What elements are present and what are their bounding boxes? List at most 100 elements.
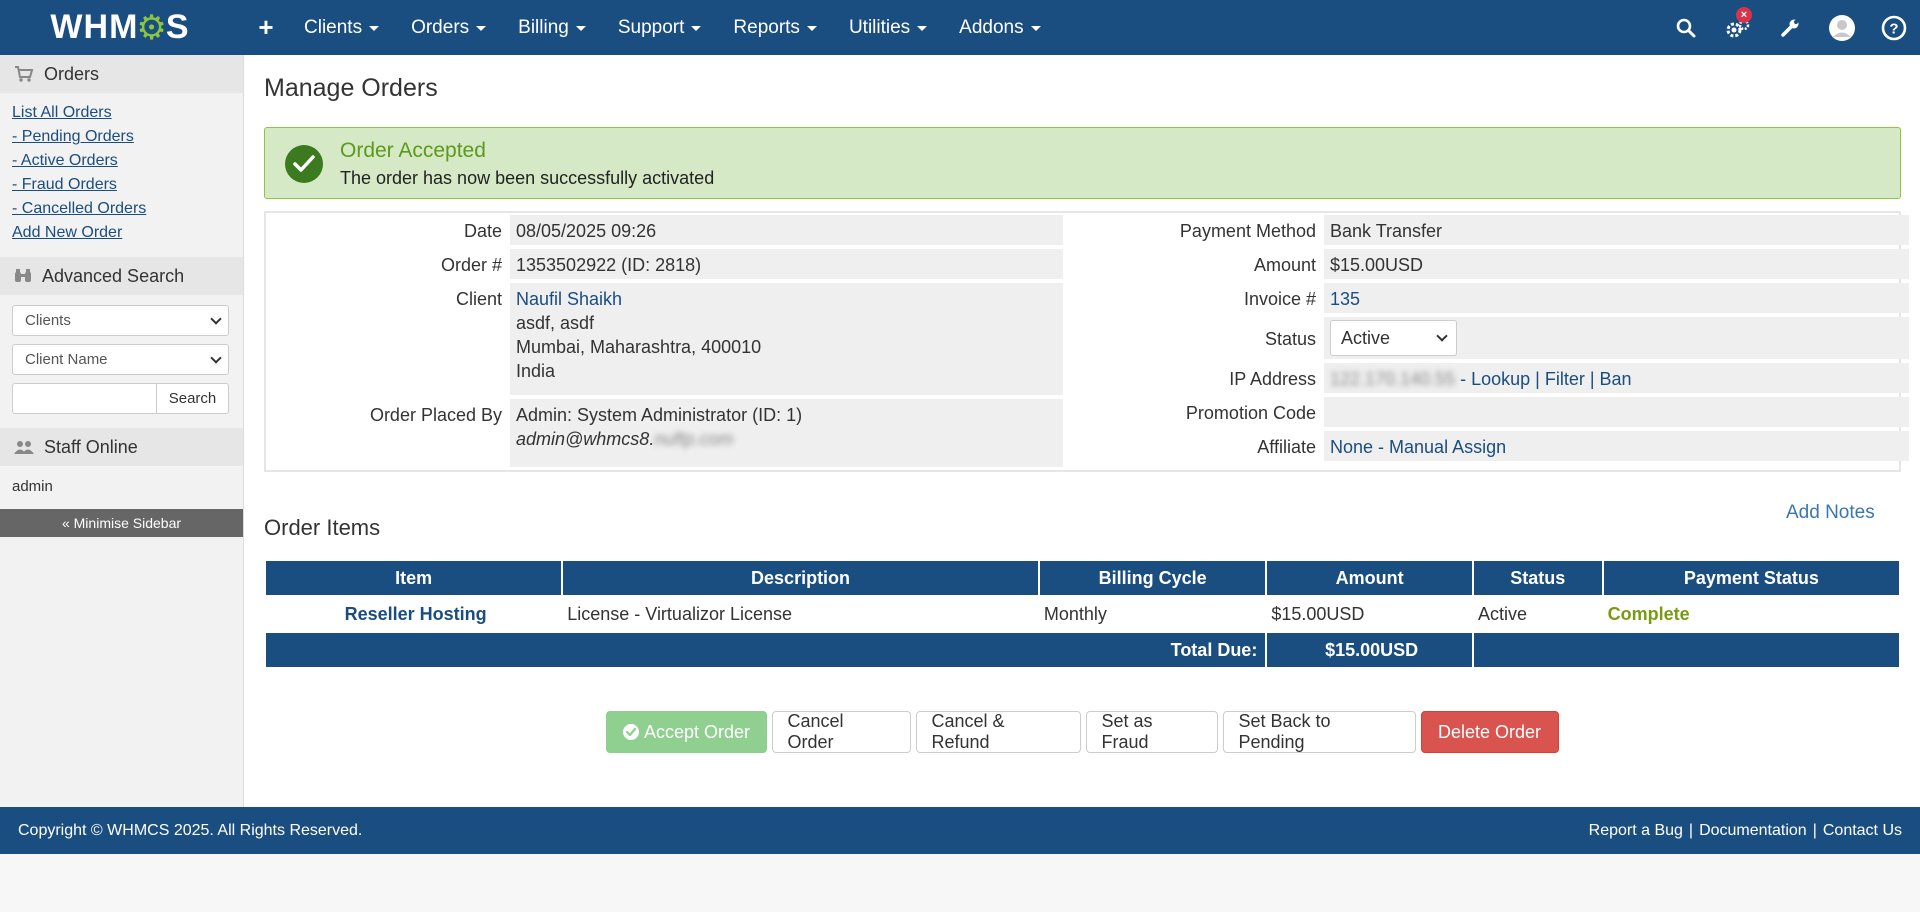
sidebar-advanced-search-label: Advanced Search <box>42 265 185 286</box>
sidebar-search-button[interactable]: Search <box>157 383 229 414</box>
footer-separator: | <box>1812 821 1817 839</box>
nav-orders-label: Orders <box>411 16 470 38</box>
search-type-select[interactable]: Clients <box>12 305 229 336</box>
footer: Copyright © WHMCS 2025. All Rights Reser… <box>0 807 1920 854</box>
date-value: 08/05/2025 09:26 <box>510 215 1063 245</box>
staff-online-name: admin <box>12 478 53 495</box>
help-icon[interactable]: ? <box>1868 0 1920 55</box>
column-header-item: Item <box>266 561 562 595</box>
user-avatar-icon[interactable] <box>1816 0 1868 55</box>
add-notes-link[interactable]: Add Notes <box>1786 502 1875 524</box>
set-as-fraud-button[interactable]: Set as Fraud <box>1085 711 1218 753</box>
ip-address-redacted: 122.170.140.55 <box>1330 369 1456 389</box>
placed-by-email: admin@whmcs8. <box>516 429 655 449</box>
search-icon[interactable] <box>1660 0 1712 55</box>
client-label: Client <box>455 289 502 309</box>
chevron-down-icon <box>210 351 222 364</box>
documentation-link[interactable]: Documentation <box>1699 822 1807 839</box>
order-actions: Accept Order Cancel Order Cancel & Refun… <box>244 711 1920 753</box>
copyright-text: Copyright © WHMCS 2025. All Rights Reser… <box>18 821 363 839</box>
order-items-table: Item Description Billing Cycle Amount St… <box>264 559 1901 669</box>
item-amount: $15.00USD <box>1271 603 1365 624</box>
svg-text:?: ? <box>1889 20 1898 37</box>
caret-down-icon <box>806 26 817 31</box>
sidebar-link-fraud-orders[interactable]: - Fraud Orders <box>12 173 231 197</box>
sidebar-link-pending-orders[interactable]: - Pending Orders <box>12 125 231 149</box>
amount-value: $15.00USD <box>1324 249 1909 279</box>
affiliate-value[interactable]: None - Manual Assign <box>1324 431 1909 461</box>
total-row-filler <box>1473 633 1899 667</box>
cart-icon <box>15 66 34 82</box>
status-select-value: Active <box>1341 328 1391 348</box>
whmcs-logo[interactable]: WHM ⚙ S <box>0 0 240 55</box>
client-name-link[interactable]: Naufil Shaikh <box>516 289 622 309</box>
sidebar: Orders List All Orders - Pending Orders … <box>0 55 244 807</box>
ip-actions-links[interactable]: - Lookup | Filter | Ban <box>1455 369 1631 389</box>
wrench-icon[interactable] <box>1764 0 1816 55</box>
item-billing-cycle: Monthly <box>1043 603 1107 624</box>
caret-down-icon <box>917 26 928 31</box>
sidebar-link-cancelled-orders[interactable]: - Cancelled Orders <box>12 197 231 221</box>
success-alert: Order Accepted The order has now been su… <box>264 127 1901 199</box>
report-bug-link[interactable]: Report a Bug <box>1589 822 1683 839</box>
caret-down-icon <box>1030 26 1041 31</box>
nav-support[interactable]: Support <box>602 0 718 55</box>
item-status: Active <box>1477 603 1527 624</box>
search-field-select[interactable]: Client Name <box>12 344 229 375</box>
minimise-sidebar-button[interactable]: « Minimise Sidebar <box>0 509 243 537</box>
ip-address-value: 122.170.140.55 - Lookup | Filter | Ban <box>1324 363 1909 393</box>
promotion-code-label: Promotion Code <box>1185 403 1316 423</box>
placed-by-value: Admin: System Administrator (ID: 1) admi… <box>510 399 1063 467</box>
nav-utilities[interactable]: Utilities <box>833 0 943 55</box>
placed-by-admin: Admin: System Administrator (ID: 1) <box>516 405 803 425</box>
caret-down-icon <box>575 26 586 31</box>
top-navbar: WHM ⚙ S + Clients Orders Billing Support R… <box>0 0 1920 55</box>
order-number-value: 1353502922 (ID: 2818) <box>510 249 1063 279</box>
automation-gear-icon[interactable]: × <box>1712 0 1764 55</box>
status-cell: Active <box>1324 317 1909 359</box>
contact-us-link[interactable]: Contact Us <box>1823 822 1902 839</box>
nav-reports[interactable]: Reports <box>717 0 833 55</box>
cancel-order-button[interactable]: Cancel Order <box>771 711 911 753</box>
order-items-title: Order Items <box>264 515 381 540</box>
nav-addons[interactable]: Addons <box>943 0 1056 55</box>
invoice-link[interactable]: 135 <box>1324 283 1909 313</box>
column-header-amount: Amount <box>1267 561 1472 595</box>
nav-orders[interactable]: Orders <box>395 0 502 55</box>
search-field-select-value: Client Name <box>25 351 108 368</box>
cancel-refund-button[interactable]: Cancel & Refund <box>915 711 1081 753</box>
total-row: Total Due: $15.00USD <box>266 633 1899 667</box>
sidebar-orders-heading: Orders <box>0 55 243 93</box>
sidebar-link-add-new-order[interactable]: Add New Order <box>12 221 231 245</box>
alert-badge: × <box>1736 7 1752 23</box>
set-back-to-pending-button[interactable]: Set Back to Pending <box>1222 711 1416 753</box>
main-content: Manage Orders Order Accepted The order h… <box>244 55 1920 807</box>
caret-down-icon <box>476 26 487 31</box>
nav-clients[interactable]: Clients <box>288 0 395 55</box>
alert-message: The order has now been successfully acti… <box>340 168 715 188</box>
total-due-value: $15.00USD <box>1267 633 1472 667</box>
caret-down-icon <box>691 26 702 31</box>
delete-order-button[interactable]: Delete Order <box>1420 711 1559 753</box>
sidebar-link-active-orders[interactable]: - Active Orders <box>12 149 231 173</box>
accept-order-button[interactable]: Accept Order <box>605 711 767 753</box>
nav-billing-label: Billing <box>518 16 569 38</box>
promotion-code-value <box>1324 397 1909 427</box>
sidebar-search-input[interactable] <box>12 383 157 414</box>
placed-by-email-redacted: nuftp.com <box>654 429 734 449</box>
logo-gear-icon: ⚙ <box>136 8 168 47</box>
placed-by-label: Order Placed By <box>369 405 502 425</box>
ip-address-label: IP Address <box>1229 369 1316 389</box>
nav-billing[interactable]: Billing <box>502 0 602 55</box>
item-name-link[interactable]: Reseller Hosting <box>266 597 561 631</box>
invoice-label: Invoice # <box>1243 289 1316 309</box>
sidebar-link-list-all-orders[interactable]: List All Orders <box>12 101 231 125</box>
footer-separator: | <box>1688 821 1694 839</box>
page-title: Manage Orders <box>264 74 438 102</box>
client-country: India <box>516 361 556 381</box>
status-select[interactable]: Active <box>1330 320 1457 356</box>
client-value: Naufil Shaikh asdf, asdf Mumbai, Maharas… <box>510 283 1063 395</box>
total-due-label: Total Due: <box>266 633 1266 667</box>
sidebar-staff-online-heading: Staff Online <box>0 428 243 466</box>
quick-add-icon[interactable]: + <box>244 12 288 43</box>
